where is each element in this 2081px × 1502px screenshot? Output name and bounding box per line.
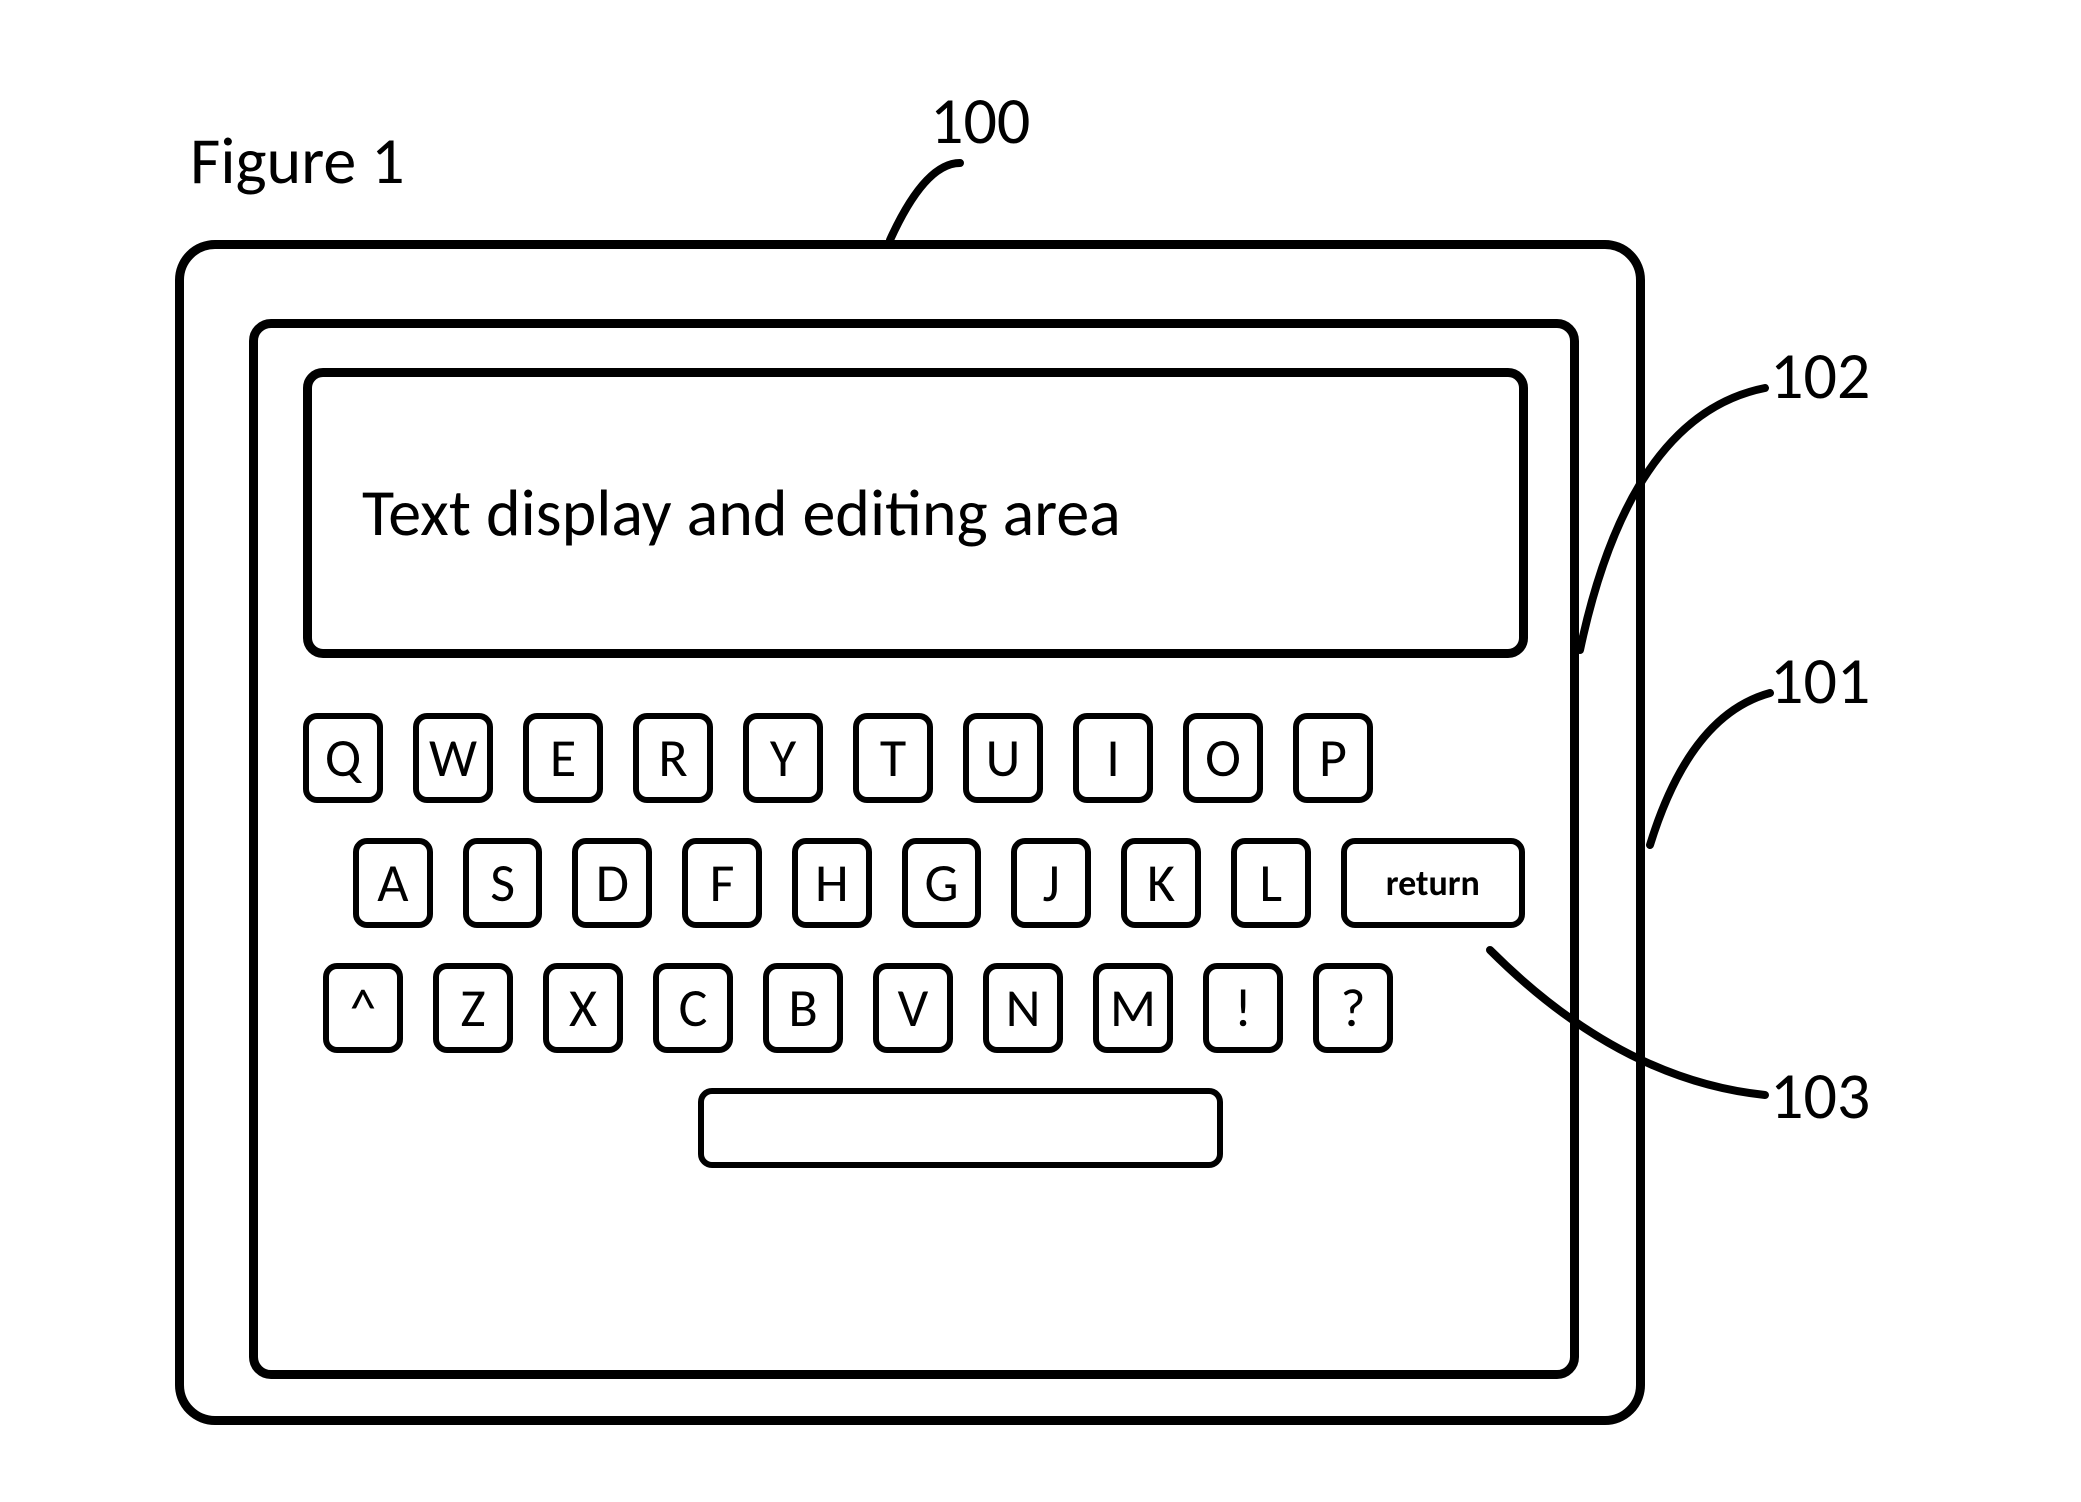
key-b[interactable]: B <box>763 963 843 1053</box>
figure-title: Figure 1 <box>190 120 405 201</box>
key-question[interactable]: ? <box>1313 963 1393 1053</box>
key-u[interactable]: U <box>963 713 1043 803</box>
key-c[interactable]: C <box>653 963 733 1053</box>
key-l[interactable]: L <box>1231 838 1311 928</box>
leader-103 <box>1480 940 1780 1110</box>
keyboard-row-2: A S D F H G J K L return <box>303 838 1525 928</box>
key-f[interactable]: F <box>682 838 762 928</box>
leader-102 <box>1565 380 1775 660</box>
text-display-area[interactable]: Text display and editing area <box>303 368 1528 658</box>
key-i[interactable]: I <box>1073 713 1153 803</box>
key-exclaim[interactable]: ! <box>1203 963 1283 1053</box>
key-q[interactable]: Q <box>303 713 383 803</box>
ref-101: 101 <box>1770 640 1870 721</box>
key-j[interactable]: J <box>1011 838 1091 928</box>
key-x[interactable]: X <box>543 963 623 1053</box>
ref-100: 100 <box>930 80 1030 161</box>
key-r[interactable]: R <box>633 713 713 803</box>
keyboard-row-3: ^ Z X C B V N M ! ? <box>303 963 1525 1053</box>
keyboard-row-4 <box>303 1088 1525 1168</box>
key-e[interactable]: E <box>523 713 603 803</box>
key-s[interactable]: S <box>463 838 543 928</box>
key-a[interactable]: A <box>353 838 433 928</box>
key-h[interactable]: H <box>792 838 872 928</box>
key-o[interactable]: O <box>1183 713 1263 803</box>
key-return[interactable]: return <box>1341 838 1525 928</box>
key-d[interactable]: D <box>572 838 652 928</box>
text-area-label: Text display and editing area <box>362 472 1121 553</box>
key-w[interactable]: W <box>413 713 493 803</box>
device-screen: Text display and editing area Q W E R Y … <box>249 319 1579 1379</box>
key-v[interactable]: V <box>873 963 953 1053</box>
key-m[interactable]: M <box>1093 963 1173 1053</box>
ref-102: 102 <box>1770 335 1870 416</box>
key-t[interactable]: T <box>853 713 933 803</box>
key-shift[interactable]: ^ <box>323 963 403 1053</box>
key-k[interactable]: K <box>1121 838 1201 928</box>
key-space[interactable] <box>698 1088 1223 1168</box>
key-n[interactable]: N <box>983 963 1063 1053</box>
ref-103: 103 <box>1770 1055 1870 1136</box>
keyboard-row-1: Q W E R Y T U I O P <box>303 713 1525 803</box>
leader-101 <box>1640 685 1780 855</box>
key-p[interactable]: P <box>1293 713 1373 803</box>
key-y[interactable]: Y <box>743 713 823 803</box>
key-g[interactable]: G <box>902 838 982 928</box>
key-z[interactable]: Z <box>433 963 513 1053</box>
device-frame: Text display and editing area Q W E R Y … <box>175 240 1645 1425</box>
